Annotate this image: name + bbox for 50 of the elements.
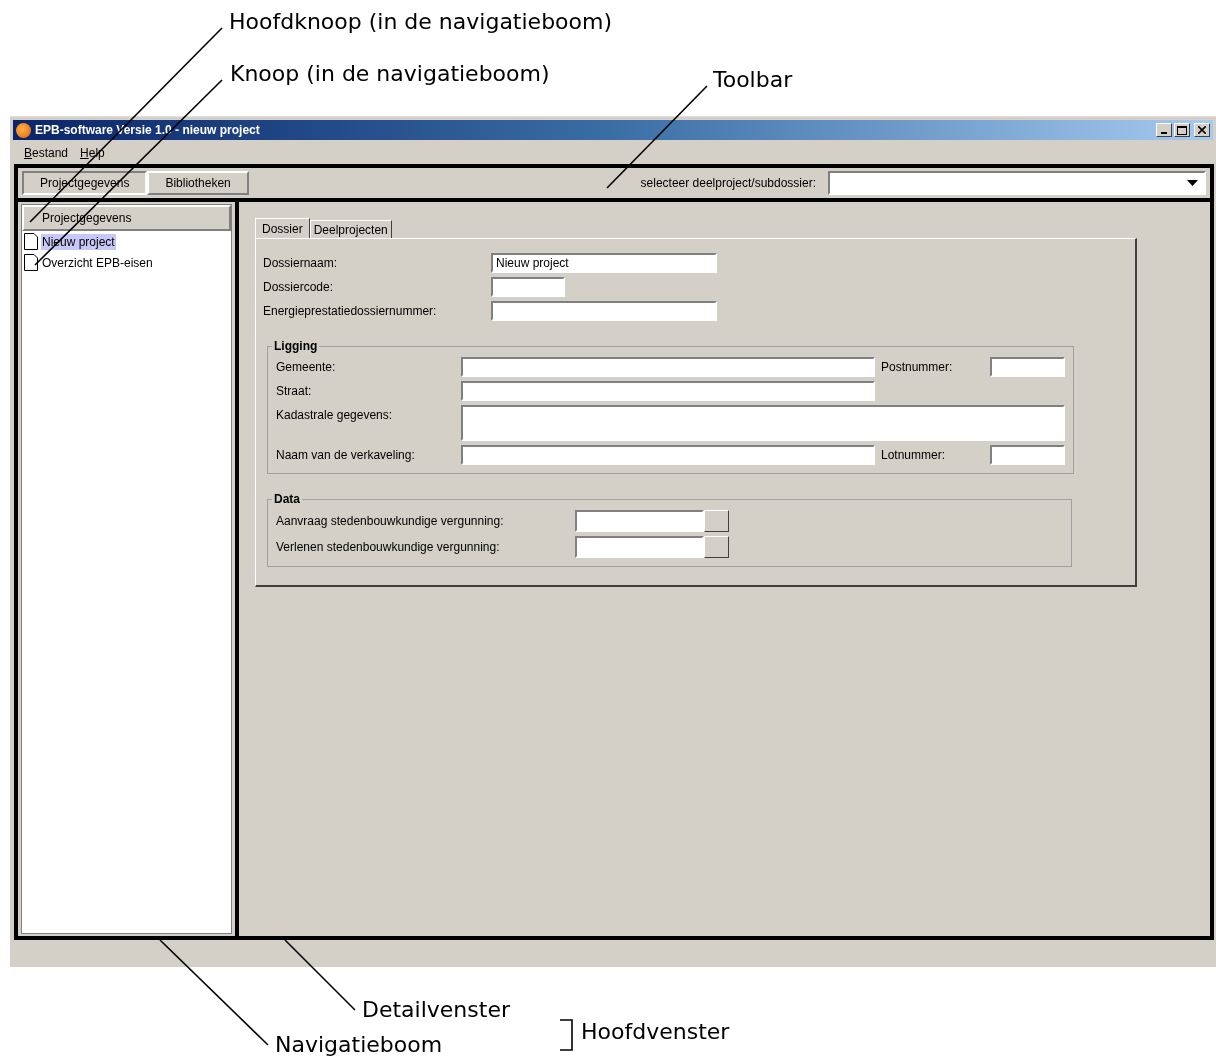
app-logo-icon [16, 122, 31, 138]
input-field[interactable] [461, 357, 875, 377]
caret-icon [1187, 180, 1198, 186]
callout-label: Hoofdvenster [581, 1019, 730, 1044]
close-icon [1198, 126, 1206, 134]
group-title: Ligging [273, 339, 319, 353]
field-label: Aanvraag stedenbouwkundige vergunning: [276, 514, 505, 528]
document-icon [24, 254, 38, 271]
group-title: Data [273, 492, 301, 506]
date-field[interactable] [575, 510, 704, 532]
input-field[interactable] [491, 277, 565, 297]
menu-item[interactable]: Bestand [24, 144, 69, 161]
text-area[interactable] [461, 405, 1065, 441]
field-label: Straat: [276, 384, 313, 398]
subproject-dropdown[interactable] [828, 171, 1206, 195]
tab[interactable]: Deelprojecten [309, 220, 392, 238]
window-title: EPB-software Versie 1.0 - nieuw project [35, 123, 261, 137]
minimize-button[interactable] [1156, 123, 1172, 137]
field-label: Dossiernaam: [263, 256, 339, 270]
field-label: Postnummer: [881, 360, 954, 374]
input-field[interactable] [491, 301, 717, 321]
callout-label: Toolbar [713, 67, 793, 92]
date-field[interactable] [575, 536, 704, 558]
callout-label: Knoop (in de navigatieboom) [230, 61, 550, 86]
input-field[interactable] [990, 357, 1065, 377]
callout-label: Navigatieboom [275, 1032, 443, 1057]
field-label: Kadastrale gegevens: [276, 407, 394, 422]
date-picker-button[interactable] [704, 510, 729, 532]
close-button[interactable] [1194, 123, 1210, 137]
field-label: Energieprestatiedossiernummer: [263, 304, 438, 318]
field-label: Gemeente: [276, 360, 337, 374]
maximize-button[interactable] [1174, 123, 1190, 137]
field-label: Dossiercode: [263, 280, 335, 294]
input-field[interactable]: Nieuw project [491, 253, 717, 273]
maximize-icon [1177, 125, 1187, 135]
date-picker-button[interactable] [704, 536, 729, 558]
callout-label: Hoofdknoop (in de navigatieboom) [229, 9, 613, 34]
field-label: Verlenen stedenbouwkundige vergunning: [276, 540, 501, 554]
selector-label: selecteer deelproject/subdossier: [640, 176, 816, 190]
input-field[interactable] [461, 381, 875, 401]
toolbar-button[interactable]: Bibliotheken [147, 171, 249, 195]
tab[interactable]: Dossier [255, 218, 310, 238]
callout-label: Detailvenster [362, 997, 510, 1022]
field-label: Lotnummer: [881, 448, 947, 462]
input-field[interactable] [461, 445, 875, 465]
input-field[interactable] [990, 445, 1065, 465]
bracket-mark [559, 1019, 573, 1051]
field-label: Naam van de verkaveling: [276, 448, 416, 462]
document-icon [24, 233, 38, 250]
tree-node[interactable]: Overzicht EPB-eisen [41, 254, 154, 271]
